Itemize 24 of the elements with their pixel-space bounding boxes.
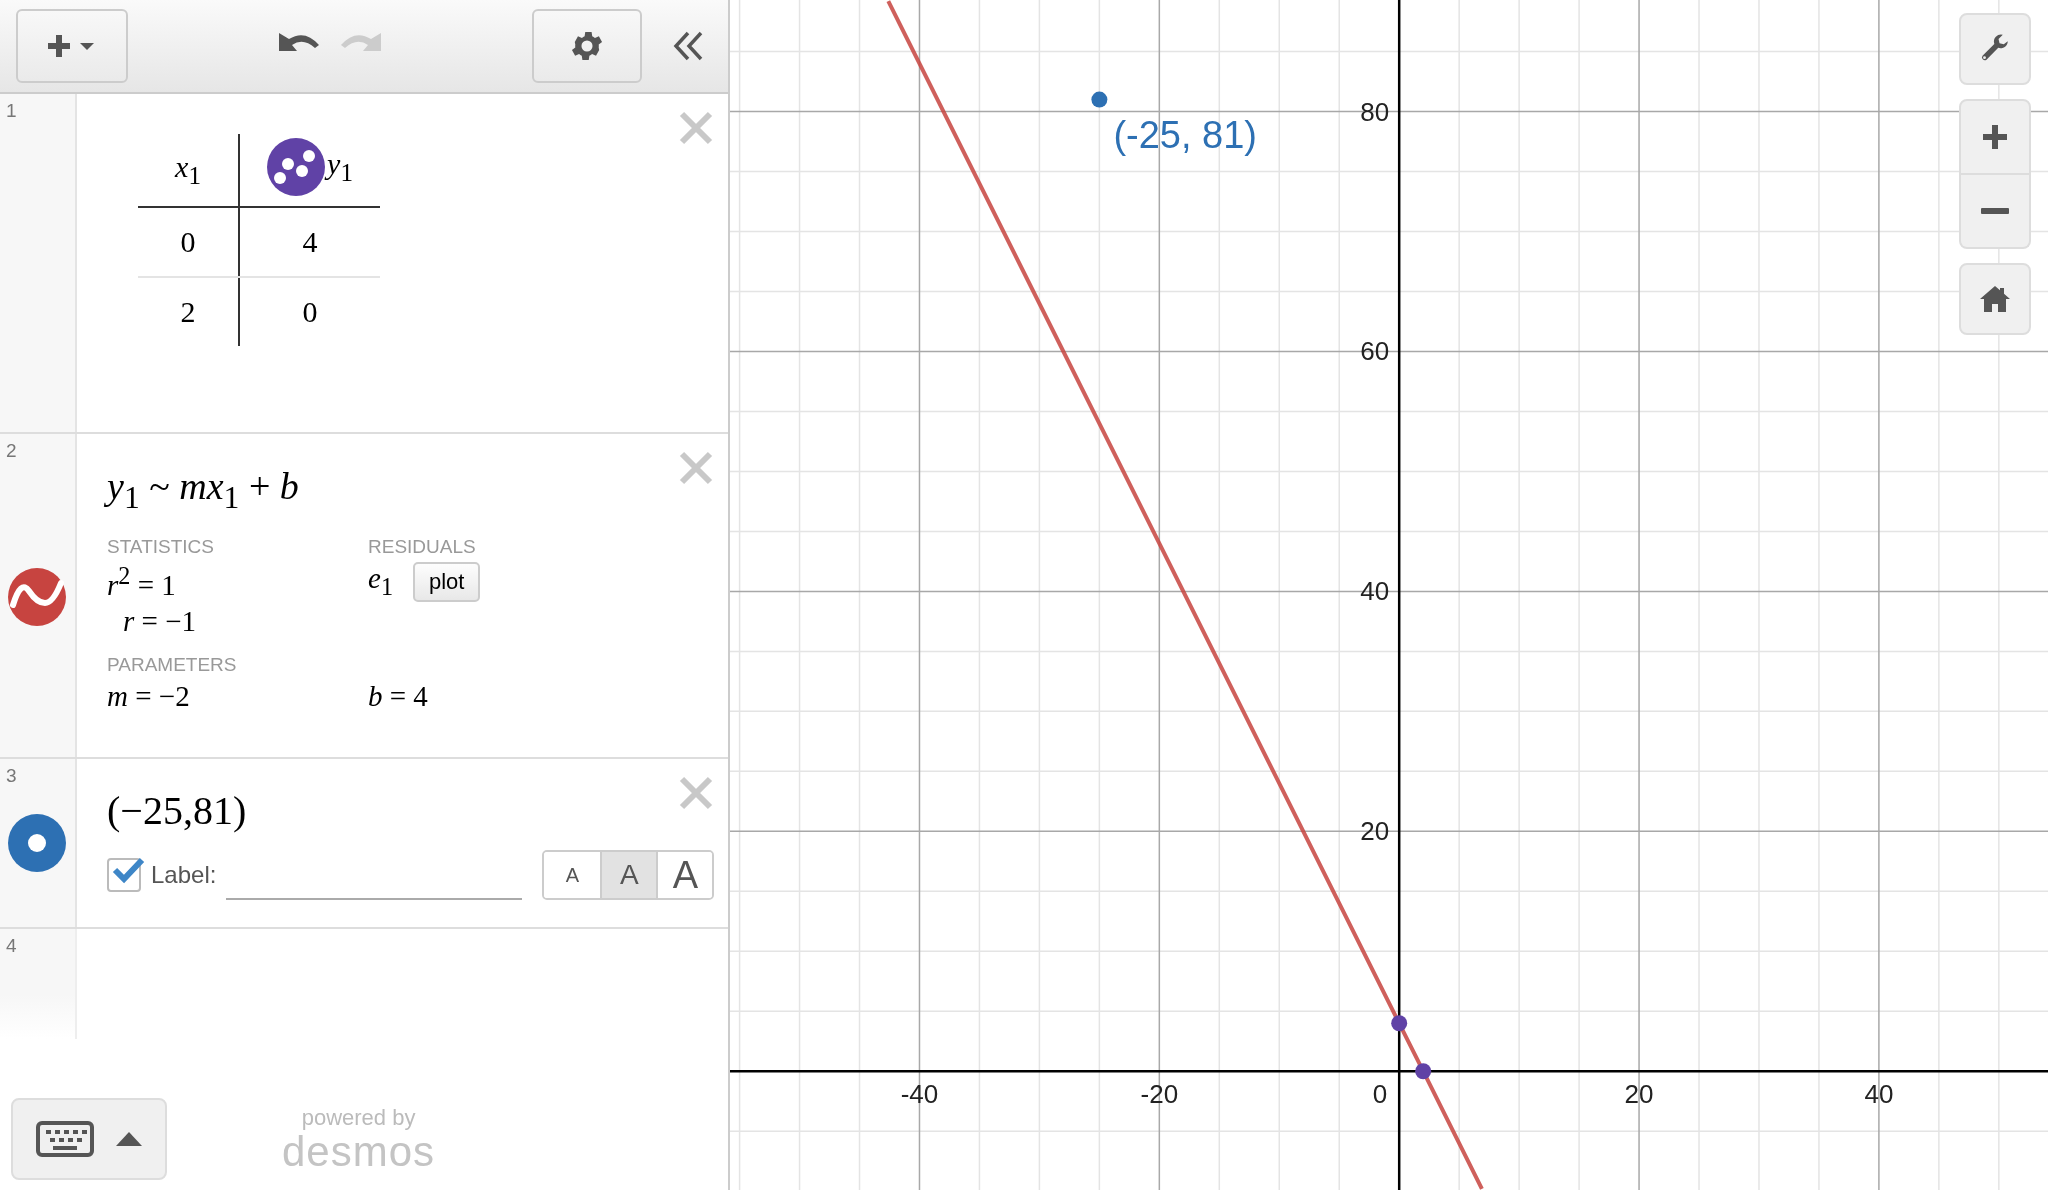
expression-number: 1 (6, 100, 17, 122)
expression-number: 4 (6, 935, 17, 957)
y-tick-label: 20 (1360, 816, 1390, 847)
statistic-value: r$^{2}$ = 1 (107, 561, 177, 602)
powered-by-text: powered by (301, 1105, 416, 1131)
parameter-value: b = 4 (368, 680, 429, 714)
parameters-heading: PARAMETERS (107, 654, 238, 677)
expression-number: 2 (6, 440, 17, 462)
x-tick-label: -40 (900, 1079, 939, 1110)
expression-number: 3 (6, 765, 17, 787)
checkbox-label: Label: (151, 861, 217, 889)
statistics-heading: STATISTICS (107, 535, 215, 558)
statistic-value: r = −1 (123, 605, 197, 639)
x-tick-label: 20 (1624, 1079, 1654, 1110)
y-tick-label: 60 (1360, 336, 1390, 367)
residual-variable: e$_{1}$ (368, 562, 393, 601)
parameter-value: m = −2 (107, 680, 191, 714)
point-label: (-25, 81) (1113, 113, 1257, 156)
y-tick-label: 80 (1360, 96, 1390, 127)
residuals-heading: RESIDUALS (368, 535, 477, 558)
origin-label: 0 (1372, 1079, 1388, 1110)
x-tick-label: 40 (1864, 1079, 1894, 1110)
x-tick-label: -20 (1140, 1079, 1179, 1110)
y-tick-label: 40 (1360, 576, 1390, 607)
